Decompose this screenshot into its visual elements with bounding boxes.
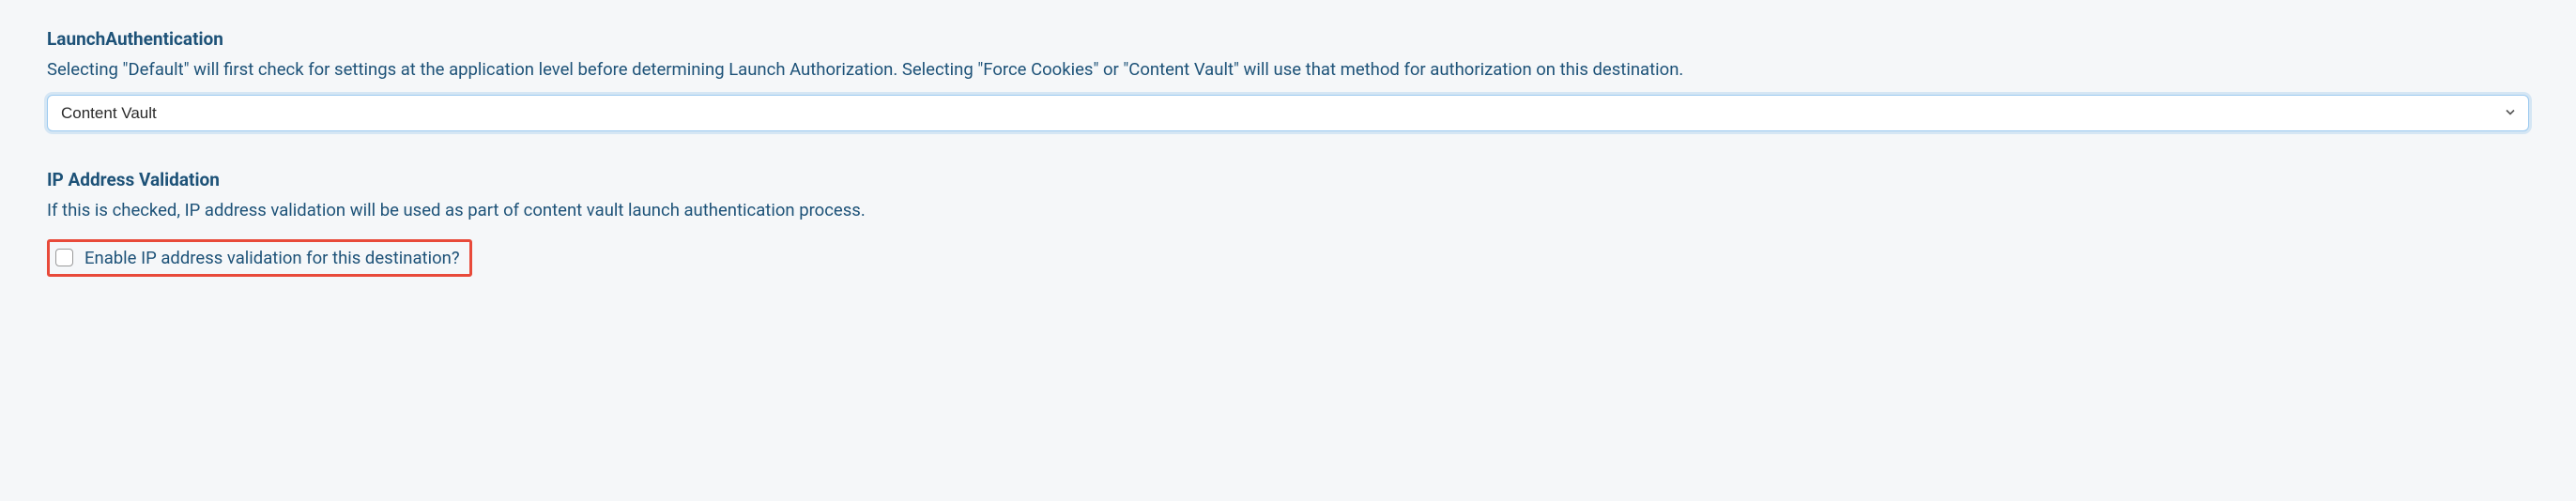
launch-authentication-section: LaunchAuthentication Selecting "Default"… xyxy=(47,28,2529,131)
launch-auth-title: LaunchAuthentication xyxy=(47,28,2529,50)
ip-validation-description: If this is checked, IP address validatio… xyxy=(47,198,2529,224)
ip-validation-checkbox[interactable] xyxy=(55,249,73,266)
ip-validation-title: IP Address Validation xyxy=(47,169,2529,190)
ip-validation-checkbox-label[interactable]: Enable IP address validation for this de… xyxy=(84,248,460,268)
launch-auth-select[interactable]: Content Vault xyxy=(47,95,2529,131)
ip-validation-section: IP Address Validation If this is checked… xyxy=(47,169,2529,277)
launch-auth-select-wrapper: Content Vault xyxy=(47,95,2529,131)
launch-auth-description: Selecting "Default" will first check for… xyxy=(47,57,2529,84)
ip-validation-checkbox-row: Enable IP address validation for this de… xyxy=(47,239,472,277)
